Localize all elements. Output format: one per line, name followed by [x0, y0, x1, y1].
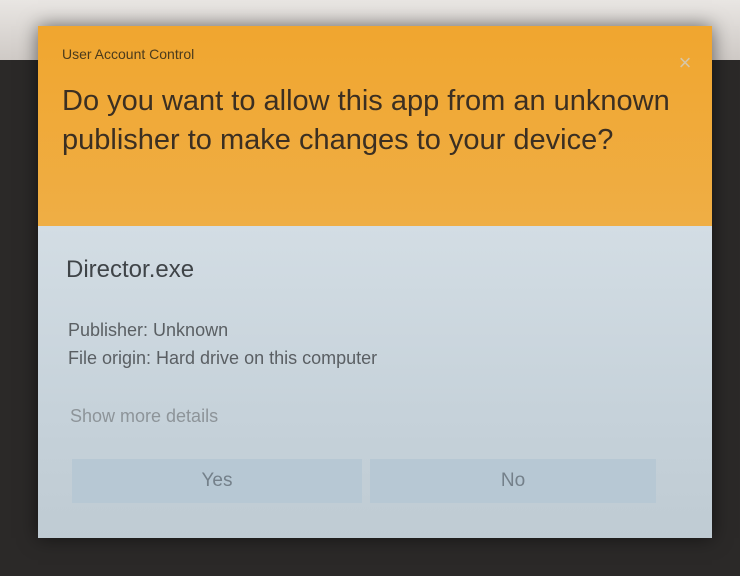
app-name: Director.exe	[66, 256, 195, 283]
close-icon[interactable]: ×	[674, 52, 696, 74]
uac-dialog: User Account Control × Do you want to al…	[38, 26, 712, 538]
prompt-question: Do you want to allow this app from an un…	[62, 85, 670, 156]
dialog-body: Director.exe Publisher: Unknown File ori…	[38, 226, 712, 538]
no-button[interactable]: No	[370, 459, 656, 503]
publisher-info: Publisher: Unknown	[68, 320, 229, 340]
yes-button[interactable]: Yes	[72, 459, 362, 503]
dialog-title: User Account Control	[62, 46, 195, 62]
file-origin-info: File origin: Hard drive on this computer	[68, 348, 378, 368]
show-more-details-link[interactable]: Show more details	[70, 406, 218, 427]
dialog-header: User Account Control × Do you want to al…	[38, 26, 712, 226]
